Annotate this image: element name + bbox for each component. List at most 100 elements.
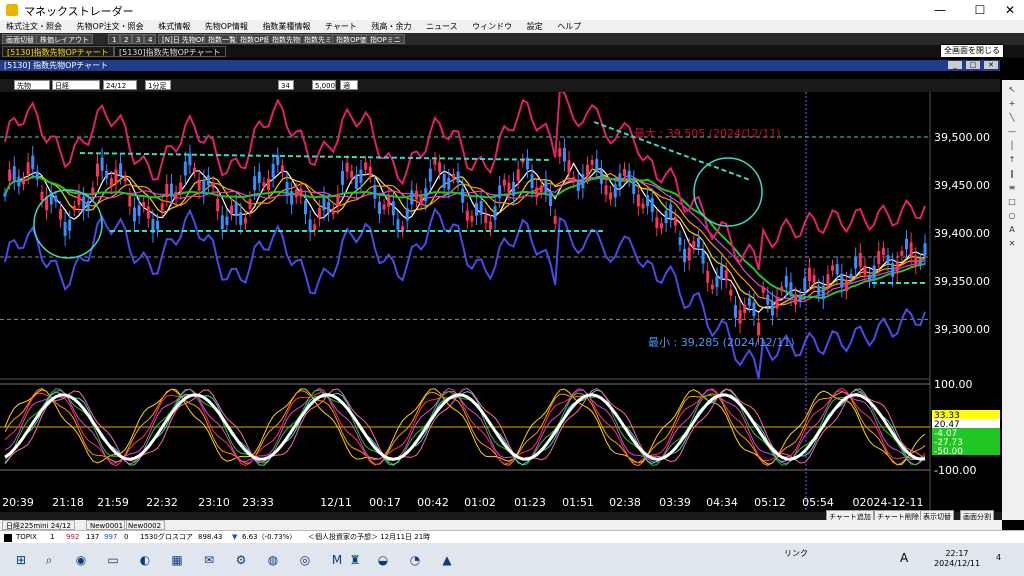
candle-body xyxy=(419,196,423,205)
subwindow-maximize-button[interactable]: □ xyxy=(966,61,980,69)
edge-icon[interactable]: ◒ xyxy=(374,551,392,569)
notification-badge[interactable]: 4 xyxy=(996,553,1001,563)
ticker-instrument: 1530グロスコア xyxy=(140,533,193,541)
search-icon[interactable]: ⌕ xyxy=(40,551,58,569)
ellipse-icon[interactable]: ○ xyxy=(1005,210,1019,222)
menu-item[interactable]: ウィンドウ xyxy=(472,21,512,32)
chart-tab-new0001[interactable]: New0001 xyxy=(86,520,128,530)
monex-trader-icon[interactable]: ♜ xyxy=(346,551,364,569)
candle-body xyxy=(770,301,774,316)
index-futures-button[interactable]: 指数先物 xyxy=(268,34,304,44)
candle-body xyxy=(858,253,862,267)
screen-switch-button[interactable]: 画面切替 xyxy=(2,34,38,44)
rect-icon[interactable]: □ xyxy=(1005,196,1019,208)
candle-body xyxy=(128,195,132,207)
period-input[interactable]: 34 xyxy=(278,80,294,90)
menu-item[interactable]: ニュース xyxy=(426,21,458,32)
candle-body xyxy=(475,203,479,216)
count-input[interactable]: 5,000 xyxy=(312,80,336,90)
store-icon[interactable]: ▦ xyxy=(168,551,186,569)
arrow-icon[interactable]: ↑ xyxy=(1005,154,1019,166)
candle-body xyxy=(789,282,793,297)
ime-indicator[interactable]: A xyxy=(900,552,908,564)
mail-icon[interactable]: ✉ xyxy=(200,551,218,569)
candle-body xyxy=(798,294,802,302)
fib-icon[interactable]: ≡ xyxy=(1005,182,1019,194)
candle-body xyxy=(590,160,594,165)
file-explorer-icon[interactable]: ▭ xyxy=(104,551,122,569)
delete-icon[interactable]: ✕ xyxy=(1005,238,1019,250)
type-select[interactable]: 先物 xyxy=(14,80,50,90)
underlying-select[interactable]: 日経225mini xyxy=(52,80,100,100)
app-icon[interactable]: ◍ xyxy=(264,551,282,569)
windows-start-icon[interactable]: ⊞ xyxy=(12,551,30,569)
candle-body xyxy=(54,196,58,202)
candle-body xyxy=(673,216,677,226)
candle-body xyxy=(197,179,201,191)
candle-body xyxy=(632,180,636,194)
chrome-icon[interactable]: ◔ xyxy=(406,551,424,569)
vline-icon[interactable]: │ xyxy=(1005,140,1019,152)
time-label: 01:51 xyxy=(562,496,594,509)
layout-button[interactable]: 株価レイアウト xyxy=(36,34,93,44)
candle-body xyxy=(743,304,747,313)
candle-body xyxy=(340,170,344,185)
minimize-button[interactable]: — xyxy=(920,0,960,20)
hline-icon[interactable]: — xyxy=(1005,126,1019,138)
menu-item[interactable]: 設定 xyxy=(527,21,543,32)
layout-2-button[interactable]: 2 xyxy=(120,34,133,44)
chart-tab-main[interactable]: 日経225mini 24/12 xyxy=(2,520,75,530)
candle-body xyxy=(826,274,830,287)
menu-item[interactable]: 株式注文・照会 xyxy=(6,21,62,32)
menu-item[interactable]: 先物OP情報 xyxy=(205,21,248,32)
system-clock[interactable]: 22:17 2024/12/11 xyxy=(934,549,980,569)
candle-body xyxy=(3,192,7,197)
monex-m-icon[interactable]: M xyxy=(328,551,346,569)
layout-4-button[interactable]: 4 xyxy=(144,34,157,44)
tab-chart-2[interactable]: [5130]指数先物OPチャート xyxy=(114,46,226,57)
index-list-button[interactable]: 指数一覧 xyxy=(204,34,240,44)
tab-chart-1[interactable]: [5130]指数先物OPチャート xyxy=(2,46,114,57)
subwindow-minimize-button[interactable]: _ xyxy=(948,61,962,69)
candle-body xyxy=(317,207,321,219)
ticker-news[interactable]: ＜個人投資家の予想＞ 12月11日 21時 xyxy=(308,532,430,543)
status-link[interactable]: リンク xyxy=(784,549,808,559)
chart-area[interactable]: 39,500.00 39,450.00 39,400.00 39,350.00 39,3… xyxy=(0,92,1002,512)
candle-body xyxy=(308,219,312,232)
text-icon[interactable]: A xyxy=(1005,224,1019,236)
trendline-icon[interactable]: ╲ xyxy=(1005,112,1019,124)
index-op-mini-button[interactable]: 指OPミニ xyxy=(366,34,405,44)
cursor-icon[interactable]: ↖ xyxy=(1005,84,1019,96)
apply-button[interactable]: 適用 xyxy=(340,80,358,100)
menu-item[interactable]: チャート xyxy=(325,21,357,32)
browser-icon[interactable]: ◐ xyxy=(136,551,154,569)
app-icon-2[interactable]: ◎ xyxy=(296,551,314,569)
layout-3-button[interactable]: 3 xyxy=(132,34,145,44)
candle-body xyxy=(535,187,539,198)
candle-body xyxy=(493,206,497,220)
candle-body xyxy=(17,176,21,187)
futures-op-button[interactable]: [N]日 先物OP xyxy=(158,34,210,44)
subwindow-close-button[interactable]: ✕ xyxy=(984,61,998,69)
candle-body xyxy=(840,273,844,288)
menu-item[interactable]: 残高・余力 xyxy=(371,21,411,32)
channel-icon[interactable]: ∥ xyxy=(1005,168,1019,180)
menu-item[interactable]: 指数業種情報 xyxy=(262,21,310,32)
menu-item[interactable]: 株式情報 xyxy=(158,21,190,32)
widgets-icon[interactable]: ◉ xyxy=(72,551,90,569)
candle-body xyxy=(831,265,835,271)
time-label: 02:38 xyxy=(609,496,641,509)
candle-body xyxy=(382,204,386,210)
menu-item[interactable]: 先物OP注文・照会 xyxy=(77,21,144,32)
candle-body xyxy=(396,219,400,230)
menu-item[interactable]: ヘルプ xyxy=(557,21,581,32)
candle-body xyxy=(622,168,626,177)
settings-icon[interactable]: ⚙ xyxy=(232,551,250,569)
crosshair-icon[interactable]: + xyxy=(1005,98,1019,110)
photos-icon[interactable]: ▲ xyxy=(438,551,456,569)
month-select[interactable]: 24/12 xyxy=(103,80,137,90)
chart-tab-new0002[interactable]: New0002 xyxy=(124,520,166,530)
close-button[interactable]: ✕ xyxy=(990,0,1024,20)
layout-1-button[interactable]: 1 xyxy=(108,34,121,44)
mode-select[interactable]: 1分足 xyxy=(145,80,171,90)
